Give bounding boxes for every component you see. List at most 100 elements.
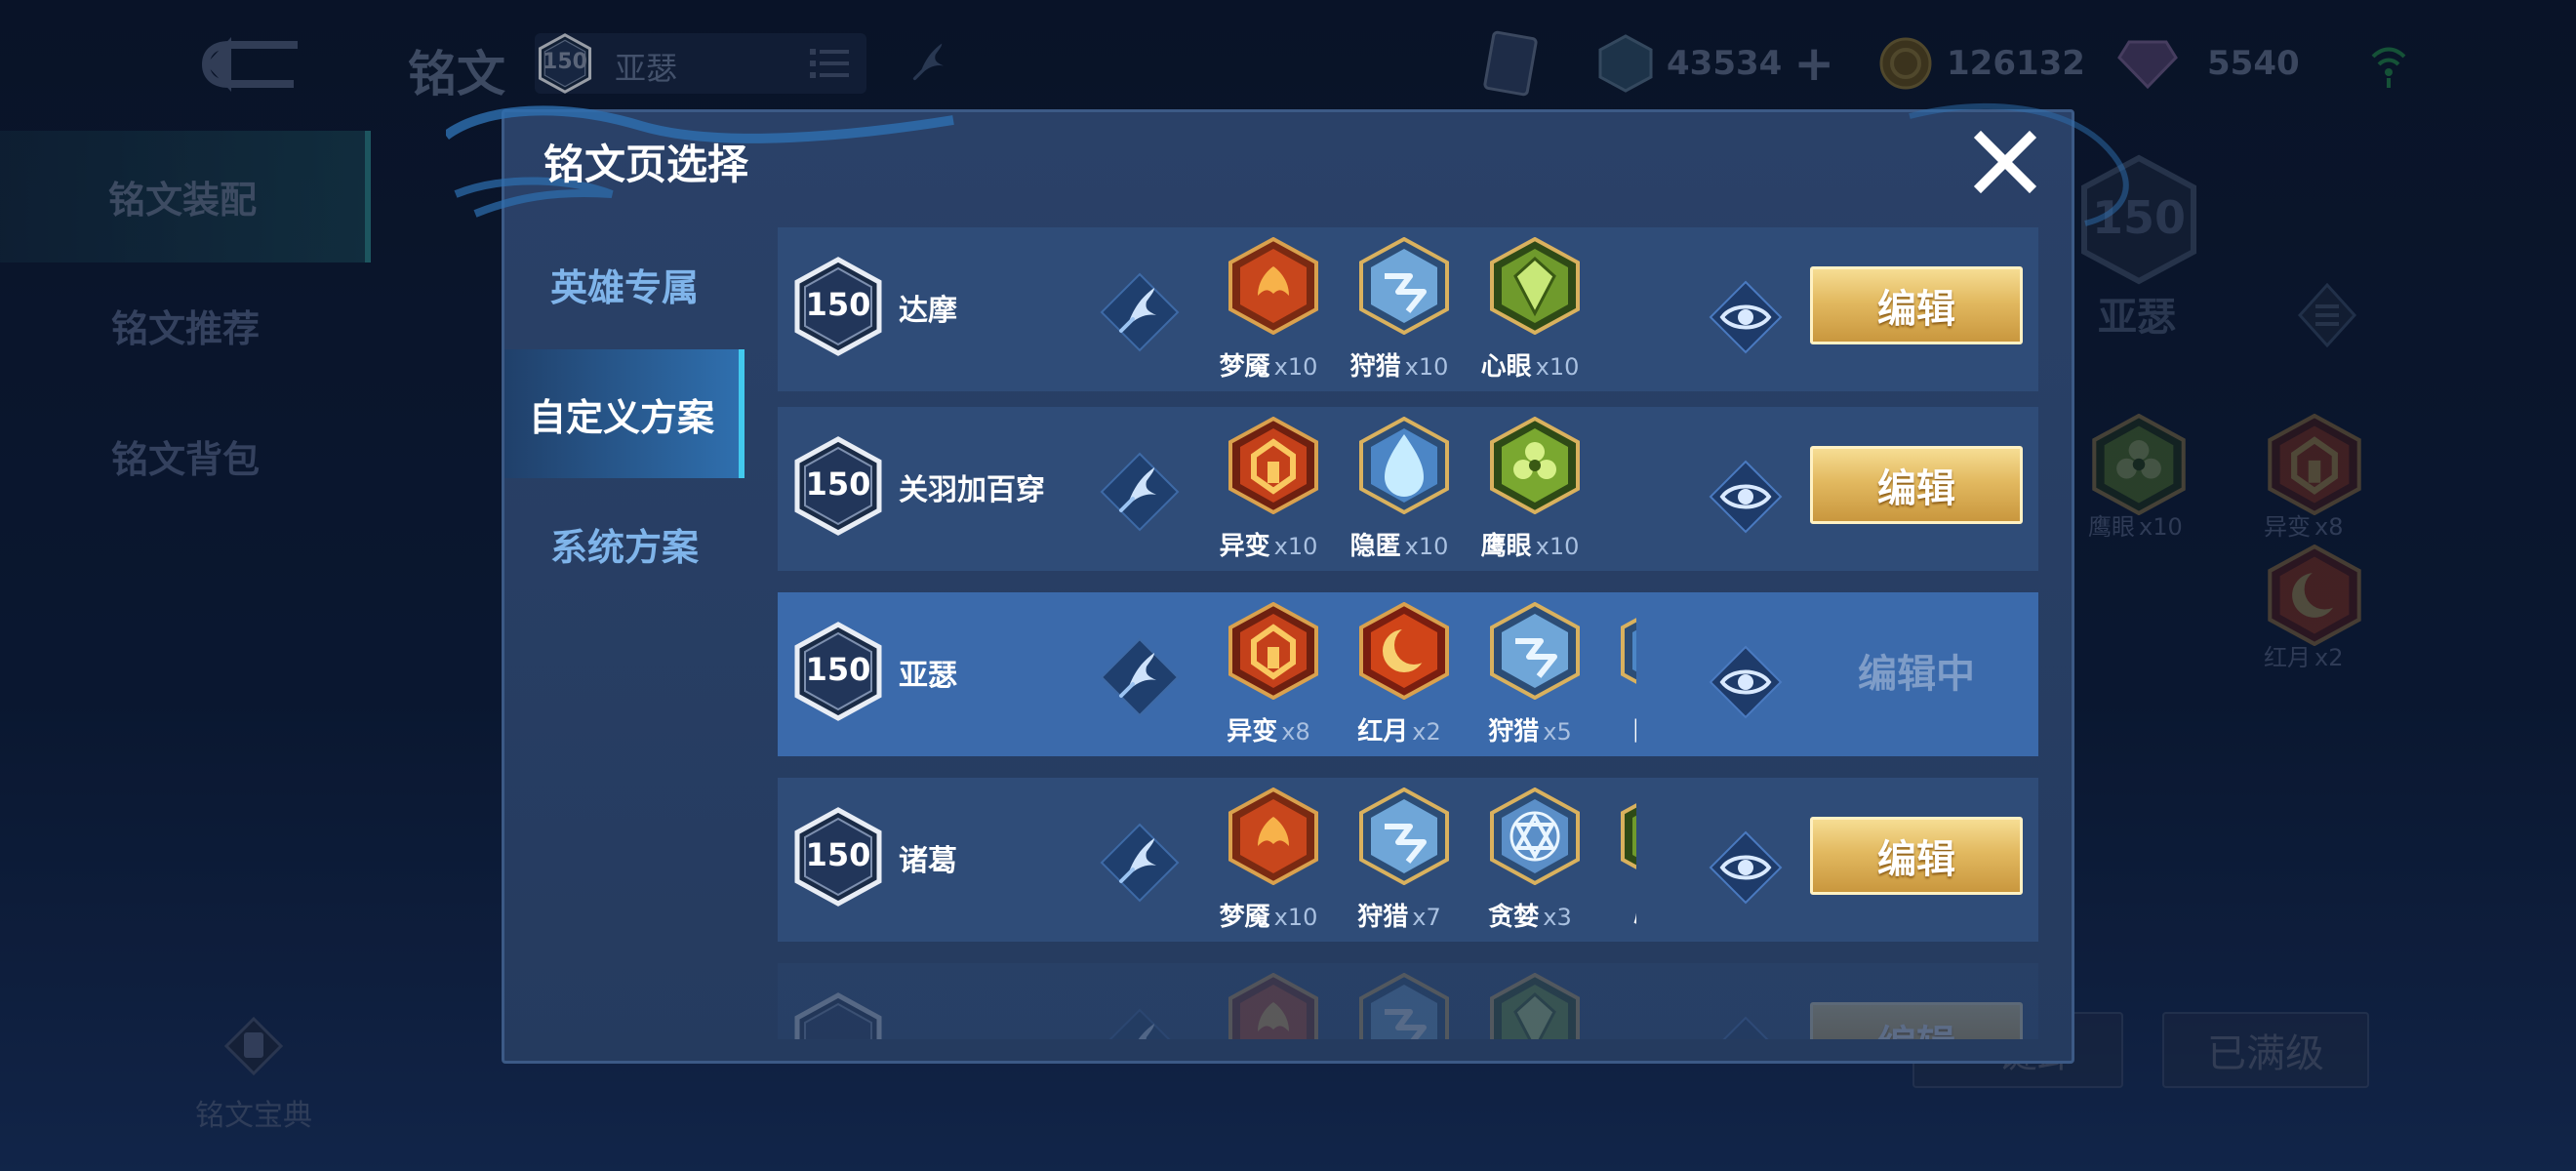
rune-list xyxy=(1203,973,1636,1039)
mind-eye-rune-icon xyxy=(1490,237,1580,335)
hunt-rune-icon xyxy=(1359,237,1449,335)
rune-count: x7 xyxy=(1412,904,1441,931)
hunt-rune-icon xyxy=(1359,973,1449,1039)
rune-count: x10 xyxy=(1273,353,1318,381)
rune-item: 红月 x2 xyxy=(1334,602,1465,748)
rune-item: 隐匿 xyxy=(1595,602,1636,748)
page-name: 诸葛 xyxy=(899,844,957,878)
red-moon-rune-icon xyxy=(1359,602,1449,700)
rune-page-list[interactable]: 150 达摩 梦魇 x10 狩猎 x10 心眼 x10 编辑 150 关羽加百穿… xyxy=(778,227,2038,1039)
edit-button[interactable]: 编辑 xyxy=(1810,266,2023,344)
page-name: 达摩 xyxy=(899,294,957,328)
level-text: 150 xyxy=(805,836,871,873)
rune-item: 狩猎 x10 xyxy=(1334,237,1465,384)
rune-item xyxy=(1334,973,1465,1039)
mutation-rune-icon xyxy=(1228,602,1318,700)
edit-button[interactable]: 编辑 xyxy=(1810,446,2023,524)
stealth-rune-icon xyxy=(1359,417,1449,514)
rune-count: x3 xyxy=(1543,904,1572,931)
greed-rune-icon xyxy=(1490,787,1580,885)
rune-item: 狩猎 x5 xyxy=(1465,602,1595,748)
edit-button[interactable]: 编辑 xyxy=(1810,1002,2023,1039)
rune-name: 心眼 xyxy=(1480,352,1532,382)
rune-name: 异变 xyxy=(1219,532,1270,561)
rune-name: 狩猎 xyxy=(1357,903,1409,932)
rename-quill-icon[interactable] xyxy=(1098,821,1182,905)
rune-count: x10 xyxy=(1273,904,1318,931)
rune-count: x5 xyxy=(1543,718,1572,746)
rune-name: 异变 xyxy=(1227,717,1278,747)
rune-count: x10 xyxy=(1535,533,1580,560)
page-name: 关羽加百穿 xyxy=(899,473,1045,507)
mutation-rune-icon xyxy=(1228,417,1318,514)
preview-eye-icon[interactable] xyxy=(1707,458,1785,536)
rune-item: 异变 x8 xyxy=(1203,602,1334,748)
rename-quill-icon[interactable] xyxy=(1098,1006,1182,1039)
rune-page-row[interactable]: 150 诸葛 梦魇x10 狩猎x7 贪婪x3 心眼 xyxy=(778,778,2038,942)
stealth-rune-icon xyxy=(1621,602,1636,700)
preview-eye-icon[interactable] xyxy=(1707,278,1785,356)
hunt-rune-icon xyxy=(1490,602,1580,700)
nightmare-rune-icon xyxy=(1228,787,1318,885)
nightmare-rune-icon xyxy=(1228,237,1318,335)
hunt-rune-icon xyxy=(1359,787,1449,885)
rune-count: x2 xyxy=(1412,718,1441,746)
rune-page-select-dialog: 铭文页选择 英雄专属 自定义方案 系统方案 150 达摩 梦魇 x10 狩猎 x10 xyxy=(446,103,2129,1064)
rune-item: 心眼 x10 xyxy=(1465,237,1595,384)
rune-name: 贪婪 xyxy=(1488,903,1540,932)
mind-eye-rune-icon xyxy=(1490,973,1580,1039)
preview-eye-icon[interactable] xyxy=(1707,643,1785,721)
rune-item: 梦魇 x10 xyxy=(1203,237,1334,384)
rune-name: 隐匿 xyxy=(1633,717,1636,747)
preview-eye-icon[interactable] xyxy=(1707,828,1785,907)
rune-item: 异变 x10 xyxy=(1203,417,1334,563)
rune-item: 梦魇 x10 xyxy=(1203,787,1334,934)
rune-page-row-current[interactable]: 150 亚瑟 异变x8 红月x2 狩猎x5 隐匿 xyxy=(778,592,2038,756)
nightmare-rune-icon xyxy=(1228,973,1318,1039)
page-name: 亚瑟 xyxy=(899,659,957,693)
preview-eye-icon[interactable] xyxy=(1707,1014,1785,1039)
rune-list: 梦魇x10 狩猎x7 贪婪x3 心眼 xyxy=(1203,787,1636,934)
rune-list: 梦魇 x10 狩猎 x10 心眼 x10 xyxy=(1203,237,1636,384)
rune-name: 鹰眼 xyxy=(1480,532,1532,561)
rune-count: x8 xyxy=(1281,718,1310,746)
rune-item: 隐匿 x10 xyxy=(1334,417,1465,563)
rename-quill-icon[interactable] xyxy=(1098,450,1182,534)
eagle-eye-rune-icon xyxy=(1490,417,1580,514)
rune-name: 红月 xyxy=(1357,717,1409,747)
rename-quill-icon[interactable] xyxy=(1098,270,1182,354)
rune-page-row[interactable]: 150 达摩 梦魇 x10 狩猎 x10 心眼 x10 编辑 xyxy=(778,227,2038,391)
rune-item: 贪婪 x3 xyxy=(1465,787,1595,934)
rune-item: 鹰眼 x10 xyxy=(1465,417,1595,563)
rune-name: 心眼 xyxy=(1633,903,1636,932)
rune-name: 梦魇 xyxy=(1219,903,1270,932)
rune-count: x10 xyxy=(1535,353,1580,381)
rune-count: x10 xyxy=(1273,533,1318,560)
tab-system-plan[interactable]: 系统方案 xyxy=(504,479,745,608)
rune-name: 隐匿 xyxy=(1349,532,1401,561)
rune-list: 异变 x10 隐匿 x10 鹰眼 x10 xyxy=(1203,417,1636,563)
rune-name: 梦魇 xyxy=(1219,352,1270,382)
rune-count: x10 xyxy=(1404,353,1449,381)
rune-page-row[interactable]: 150 关羽加百穿 异变 x10 隐匿 x10 鹰眼 x10 编辑 xyxy=(778,407,2038,571)
tab-hero-exclusive[interactable]: 英雄专属 xyxy=(504,220,745,348)
editing-status: 编辑中 xyxy=(1858,652,1975,697)
level-text: 150 xyxy=(805,286,871,323)
rune-count: x10 xyxy=(1404,533,1449,560)
rune-item: 心眼 xyxy=(1595,787,1636,934)
mind-eye-rune-icon xyxy=(1621,787,1636,885)
tab-custom-plan[interactable]: 自定义方案 xyxy=(504,349,745,478)
rename-quill-icon[interactable] xyxy=(1098,635,1182,719)
close-icon[interactable] xyxy=(1971,128,2039,196)
rune-name: 狩猎 xyxy=(1349,352,1401,382)
rune-list: 异变x8 红月x2 狩猎x5 隐匿 xyxy=(1203,602,1636,748)
dialog-title: 铭文页选择 xyxy=(543,141,749,188)
rune-name: 狩猎 xyxy=(1488,717,1540,747)
rune-item xyxy=(1203,973,1334,1039)
level-badge xyxy=(793,992,883,1039)
rune-item xyxy=(1465,973,1595,1039)
edit-button[interactable]: 编辑 xyxy=(1810,817,2023,895)
rune-page-row-partial[interactable]: 编辑 xyxy=(778,963,2038,1039)
rune-item: 狩猎 x7 xyxy=(1334,787,1465,934)
level-text: 150 xyxy=(805,651,871,688)
